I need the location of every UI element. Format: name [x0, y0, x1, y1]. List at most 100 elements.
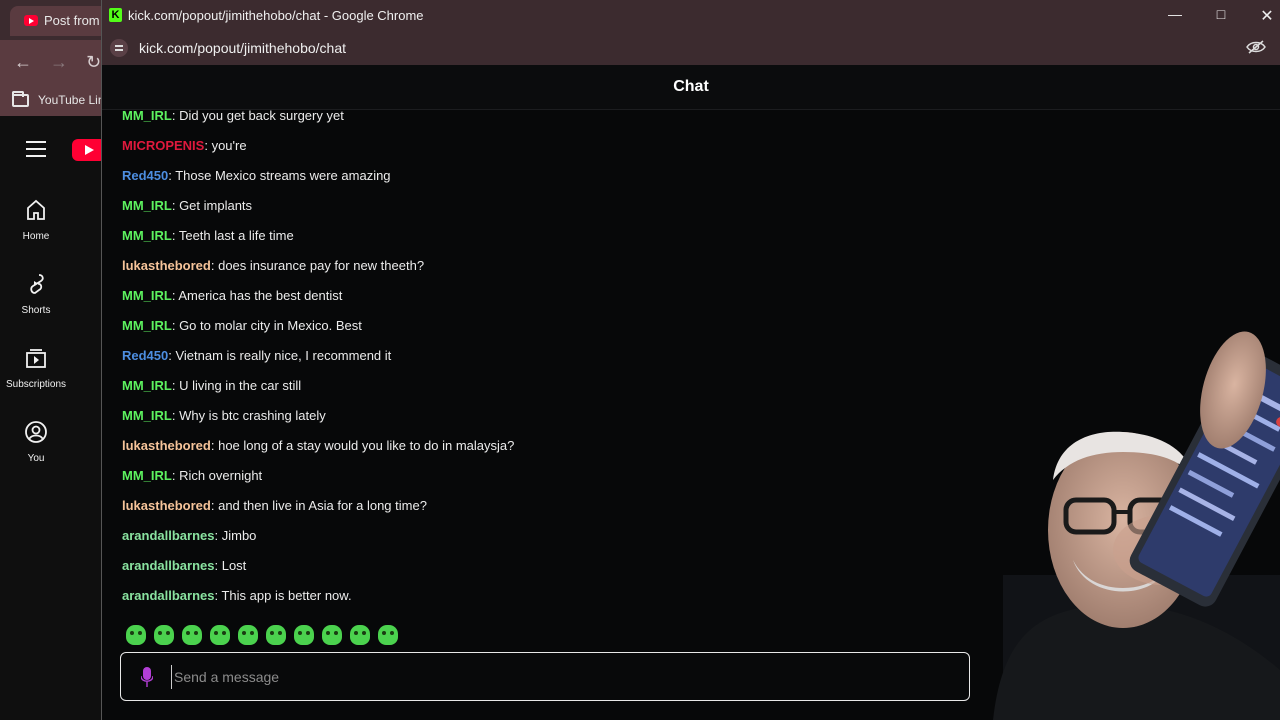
reload-icon[interactable]: ↻	[86, 52, 101, 73]
home-icon	[27, 199, 45, 220]
chat-username[interactable]: Red450	[122, 348, 168, 363]
youtube-background-window: Post from ← → ↻ YouTube Lin Home Shorts …	[0, 0, 130, 720]
sidebar-item-label: Shorts	[21, 305, 51, 316]
chat-username[interactable]: MM_IRL	[122, 378, 172, 393]
folder-icon	[12, 91, 29, 107]
emote-4-icon[interactable]	[210, 625, 230, 645]
chat-message-text: : does insurance pay for new theeth?	[210, 258, 425, 273]
emote-7-icon[interactable]	[294, 625, 314, 645]
address-bar: kick.com/popout/jimithehobo/chat	[102, 32, 1280, 65]
chat-username[interactable]: MM_IRL	[122, 318, 172, 333]
sidebar-item-home[interactable]: Home	[0, 198, 72, 242]
chat-username[interactable]: lukasthebored	[122, 258, 211, 273]
chat-message: lukasthebored: hoe long of a stay would …	[122, 438, 514, 454]
emote-1-icon[interactable]	[126, 625, 146, 645]
chat-message: MM_IRL: Did you get back surgery yet	[122, 108, 344, 124]
emote-8-icon[interactable]	[322, 625, 342, 645]
chat-message-text: : Lost	[214, 558, 247, 573]
window-title: kick.com/popout/jimithehobo/chat - Googl…	[128, 8, 424, 23]
emote-2-icon[interactable]	[154, 625, 174, 645]
account-icon	[25, 421, 47, 443]
chat-username[interactable]: MM_IRL	[122, 408, 172, 423]
emote-6-icon[interactable]	[266, 625, 286, 645]
kick-favicon-icon: K	[109, 8, 122, 22]
chat-message-text: : Jimbo	[214, 528, 257, 543]
chat-message: arandallbarnes: Jimbo	[122, 528, 256, 544]
chat-message-text: : Get implants	[171, 198, 253, 213]
chat-message-text: : and then live in Asia for a long time?	[210, 498, 427, 513]
chat-message-text: : Rich overnight	[171, 468, 263, 483]
chat-message: Red450: Vietnam is really nice, I recomm…	[122, 348, 391, 364]
chat-message: arandallbarnes: This app is better now.	[122, 588, 352, 604]
chat-message: MM_IRL: Go to molar city in Mexico. Best	[122, 318, 362, 334]
close-icon[interactable]: ✕	[1256, 6, 1278, 26]
chat-username[interactable]: arandallbarnes	[122, 588, 215, 603]
chat-message: MM_IRL: Teeth last a life time	[122, 228, 294, 244]
youtube-favicon-icon	[24, 15, 38, 26]
sidebar-item-label: Home	[22, 231, 50, 242]
forward-arrow-icon[interactable]: →	[50, 52, 68, 73]
sidebar-item-label: Subscriptions	[5, 379, 67, 390]
chat-message-text: : U living in the car still	[171, 378, 302, 393]
shorts-icon	[30, 274, 44, 294]
chat-username[interactable]: lukasthebored	[122, 498, 211, 513]
youtube-nav-bar: ← → ↻	[0, 40, 101, 86]
chat-message: lukasthebored: and then live in Asia for…	[122, 498, 427, 514]
chat-message-list[interactable]: MM_IRL: Did you get back surgery yet MICR…	[122, 100, 1022, 605]
back-arrow-icon[interactable]: ←	[14, 52, 32, 73]
sidebar-item-shorts[interactable]: Shorts	[0, 272, 72, 316]
maximize-icon[interactable]: □	[1210, 6, 1232, 26]
chat-username[interactable]: Red450	[122, 168, 168, 183]
subscriptions-icon	[26, 349, 46, 368]
chat-username[interactable]: arandallbarnes	[122, 528, 215, 543]
chat-message-text: : Those Mexico streams were amazing	[168, 168, 391, 183]
chat-message: lukasthebored: does insurance pay for ne…	[122, 258, 424, 274]
chat-username[interactable]: lukasthebored	[122, 438, 211, 453]
chat-message: MM_IRL: U living in the car still	[122, 378, 301, 394]
chat-message-text: : Go to molar city in Mexico. Best	[171, 318, 362, 333]
chat-username[interactable]: MM_IRL	[122, 228, 172, 243]
sidebar-item-label: You	[27, 453, 45, 464]
message-input[interactable]	[171, 665, 771, 689]
window-title-bar: K kick.com/popout/jimithehobo/chat - Goo…	[102, 0, 1280, 32]
hamburger-menu-icon[interactable]	[26, 141, 46, 157]
chat-username[interactable]: MM_IRL	[122, 468, 172, 483]
chat-message: arandallbarnes: Lost	[122, 558, 246, 574]
streamer-webcam-overlay	[993, 331, 1280, 720]
chat-message: Red450: Those Mexico streams were amazin…	[122, 168, 391, 184]
chat-username[interactable]: MICROPENIS	[122, 138, 204, 153]
chat-username[interactable]: MM_IRL	[122, 288, 172, 303]
emote-10-icon[interactable]	[378, 625, 398, 645]
youtube-tab-strip: Post from	[0, 0, 130, 40]
chat-message: MICROPENIS: you're	[122, 138, 247, 154]
message-input-container[interactable]	[120, 652, 970, 701]
microphone-icon[interactable]	[141, 667, 153, 687]
emote-9-icon[interactable]	[350, 625, 370, 645]
site-info-icon[interactable]	[110, 39, 128, 57]
url-text[interactable]: kick.com/popout/jimithehobo/chat	[139, 40, 346, 56]
minimize-icon[interactable]: —	[1164, 6, 1186, 26]
chat-username[interactable]: MM_IRL	[122, 198, 172, 213]
chat-message-text: : you're	[204, 138, 247, 153]
chat-message-text: : This app is better now.	[214, 588, 352, 603]
chat-message-text: : Vietnam is really nice, I recommend it	[168, 348, 392, 363]
chat-message-text: : America has the best dentist	[171, 288, 343, 303]
chat-message: MM_IRL: America has the best dentist	[122, 288, 342, 304]
sidebar-item-subscriptions[interactable]: Subscriptions	[0, 346, 72, 390]
chat-message-text: : hoe long of a stay would you like to d…	[210, 438, 515, 453]
youtube-tab-title: Post from	[44, 13, 100, 28]
chat-message-text: : Teeth last a life time	[171, 228, 294, 243]
emote-5-icon[interactable]	[238, 625, 258, 645]
chat-message-text: : Why is btc crashing lately	[171, 408, 326, 423]
chat-username[interactable]: MM_IRL	[122, 108, 172, 123]
bookmark-label[interactable]: YouTube Lin	[38, 93, 101, 107]
bookmarks-bar: YouTube Lin	[0, 86, 101, 116]
emote-3-icon[interactable]	[182, 625, 202, 645]
chat-message: MM_IRL: Rich overnight	[122, 468, 262, 484]
sidebar-item-you[interactable]: You	[0, 420, 72, 464]
chat-message: MM_IRL: Get implants	[122, 198, 252, 214]
chat-username[interactable]: arandallbarnes	[122, 558, 215, 573]
chat-message-text: : Did you get back surgery yet	[171, 108, 344, 123]
chat-message: MM_IRL: Why is btc crashing lately	[122, 408, 326, 424]
eye-off-icon[interactable]	[1246, 40, 1266, 54]
